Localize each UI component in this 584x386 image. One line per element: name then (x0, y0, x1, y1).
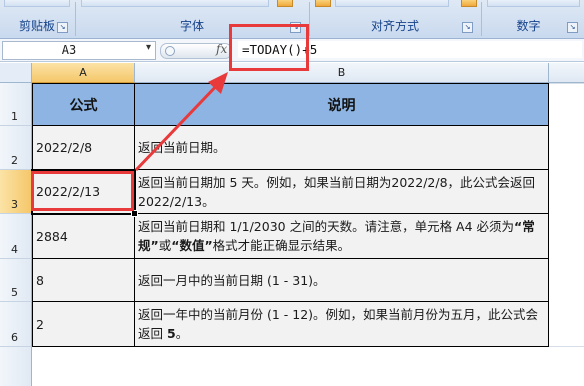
annotation-arrow (134, 72, 228, 172)
arrow-shaft (134, 78, 224, 172)
